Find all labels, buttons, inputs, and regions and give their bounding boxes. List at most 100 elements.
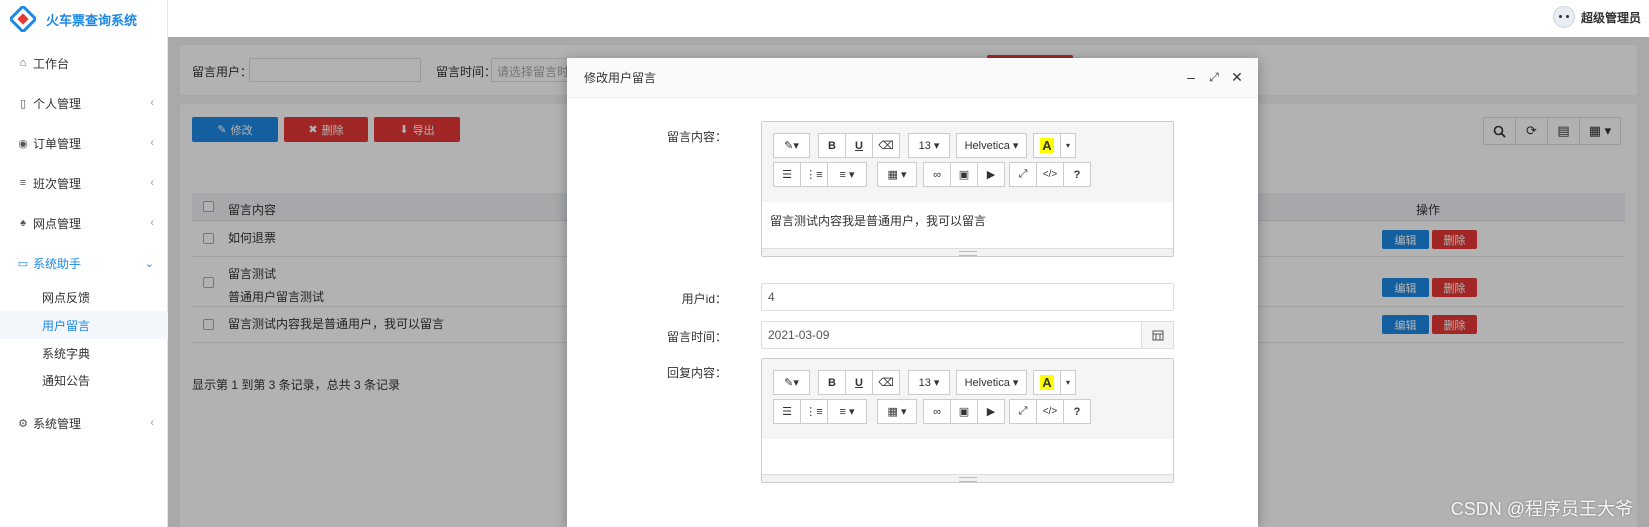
font-name-value: Helvetica xyxy=(964,376,1010,389)
link-icon[interactable]: ∞ xyxy=(923,162,951,187)
font-color-letter: A xyxy=(1040,138,1054,153)
userid-input[interactable]: 4 xyxy=(761,283,1174,311)
reply-label: 回复内容： xyxy=(666,366,727,380)
content-editor-text: 留言测试内容我是普通用户，我可以留言 xyxy=(770,214,987,228)
table-icon[interactable]: ▦ ▾ xyxy=(877,399,917,424)
font-color-button[interactable]: A xyxy=(1033,370,1061,395)
topbar: 超级管理员 xyxy=(168,0,1649,37)
sidebar-item-label: 系统管理 xyxy=(33,416,82,431)
font-color-letter: A xyxy=(1040,375,1054,390)
editor-resize-handle[interactable] xyxy=(762,474,1173,482)
id-card-icon: ▯ xyxy=(19,97,27,110)
bell-icon: ♠ xyxy=(20,217,26,229)
home-icon: ⌂ xyxy=(19,57,27,69)
sidebar-subitem-feedback[interactable]: 网点反馈 xyxy=(0,283,168,311)
sidebar-item-label: 系统助手 xyxy=(33,256,82,271)
watermark: CSDN @程序员王大爷 xyxy=(1450,499,1633,519)
reply-editor: ✎▾ B U ⌫ 13 ▾ Helvetica ▾ A ▾ ☰ ⋮≡ ≡ ▾ ▦… xyxy=(761,358,1174,483)
dialog-title: 修改用户留言 xyxy=(584,71,657,85)
sidebar-item-label: 工作台 xyxy=(33,56,70,71)
eraser-icon[interactable]: ⌫ xyxy=(872,370,900,395)
eraser-icon[interactable]: ⌫ xyxy=(872,133,900,158)
table-icon[interactable]: ▦ ▾ xyxy=(877,162,917,187)
laptop-icon: ▭ xyxy=(17,257,29,270)
app-title: 火车票查询系统 xyxy=(46,12,138,28)
chevron-down-icon[interactable]: ▾ xyxy=(1060,370,1076,395)
close-icon[interactable]: ✕ xyxy=(1230,70,1244,84)
calendar-icon[interactable] xyxy=(1141,321,1174,349)
sidebar-item-label: 班次管理 xyxy=(33,176,82,191)
font-name-value: Helvetica xyxy=(964,139,1010,152)
sidebar: 火车票查询系统 ⌂ 工作台 ▯ 个人管理 ‹ ◉ 订单管理 ‹ ≡ 班次管理 ‹… xyxy=(0,0,168,527)
content-label: 留言内容： xyxy=(666,130,727,144)
content-editor-body[interactable]: 留言测试内容我是普通用户，我可以留言 xyxy=(762,202,1173,248)
bullet-list-icon[interactable]: ☰ xyxy=(773,399,801,424)
underline-button[interactable]: U xyxy=(845,370,873,395)
image-icon[interactable]: ▣ xyxy=(950,162,978,187)
minimize-icon[interactable]: – xyxy=(1184,70,1198,84)
lightbulb-icon: ◉ xyxy=(18,137,28,150)
time-label: 留言时间： xyxy=(666,330,727,344)
video-icon[interactable]: ▶ xyxy=(977,399,1005,424)
sidebar-item-orders[interactable]: ◉ 订单管理 ‹ xyxy=(0,128,168,158)
font-color-button[interactable]: A xyxy=(1033,133,1061,158)
editor-resize-handle[interactable] xyxy=(762,248,1173,256)
fullscreen-icon[interactable]: ⤢ xyxy=(1009,162,1037,187)
userid-label: 用户id： xyxy=(681,292,727,306)
content-editor: ✎▾ B U ⌫ 13 ▾ Helvetica ▾ A ▾ ☰ ⋮≡ ≡ ▾ ▦… xyxy=(761,121,1174,257)
image-icon[interactable]: ▣ xyxy=(950,399,978,424)
avatar xyxy=(1552,6,1575,28)
font-size-select[interactable]: 13 ▾ xyxy=(908,133,950,158)
chevron-left-icon: ‹ xyxy=(150,417,154,429)
magic-wand-icon[interactable]: ✎▾ xyxy=(773,370,810,395)
bold-button[interactable]: B xyxy=(818,133,846,158)
dialog-header: 修改用户留言 xyxy=(567,58,1258,98)
align-icon[interactable]: ≡ ▾ xyxy=(827,162,867,187)
gear-icon: ⚙ xyxy=(18,417,28,430)
font-size-value: 13 xyxy=(918,376,931,389)
chevron-left-icon: ‹ xyxy=(150,137,154,149)
font-size-select[interactable]: 13 ▾ xyxy=(908,370,950,395)
sidebar-item-schedule[interactable]: ≡ 班次管理 ‹ xyxy=(0,168,168,198)
sidebar-item-outlets[interactable]: ♠ 网点管理 ‹ xyxy=(0,208,168,238)
sidebar-item-system[interactable]: ⚙ 系统管理 ‹ xyxy=(0,408,168,438)
font-name-select[interactable]: Helvetica ▾ xyxy=(956,133,1027,158)
sidebar-subitem-dictionary[interactable]: 系统字典 xyxy=(0,339,168,367)
sidebar-subitem-notices[interactable]: 通知公告 xyxy=(0,366,168,394)
chevron-down-icon: ⌄ xyxy=(144,257,154,270)
fullscreen-icon[interactable]: ⤢ xyxy=(1009,399,1037,424)
chevron-left-icon: ‹ xyxy=(150,97,154,109)
font-name-select[interactable]: Helvetica ▾ xyxy=(956,370,1027,395)
code-view-icon[interactable]: </> xyxy=(1036,162,1064,187)
sidebar-item-label: 订单管理 xyxy=(33,136,82,151)
sidebar-item-assistant[interactable]: ▭ 系统助手 ⌄ xyxy=(0,248,168,278)
sidebar-item-workbench[interactable]: ⌂ 工作台 xyxy=(0,48,168,78)
user-name: 超级管理员 xyxy=(1580,10,1641,25)
align-icon[interactable]: ≡ ▾ xyxy=(827,399,867,424)
bold-button[interactable]: B xyxy=(818,370,846,395)
chevron-left-icon: ‹ xyxy=(150,217,154,229)
help-icon[interactable]: ? xyxy=(1063,399,1091,424)
video-icon[interactable]: ▶ xyxy=(977,162,1005,187)
reply-editor-body[interactable] xyxy=(762,439,1173,474)
maximize-icon[interactable]: ⤢ xyxy=(1207,70,1221,84)
chevron-down-icon[interactable]: ▾ xyxy=(1060,133,1076,158)
time-input[interactable]: 2021-03-09 xyxy=(761,321,1142,349)
numbered-list-icon[interactable]: ⋮≡ xyxy=(800,399,828,424)
numbered-list-icon[interactable]: ⋮≡ xyxy=(800,162,828,187)
editor-toolbar: ✎▾ B U ⌫ 13 ▾ Helvetica ▾ A ▾ ☰ ⋮≡ ≡ ▾ ▦… xyxy=(762,122,1173,202)
underline-button[interactable]: U xyxy=(845,133,873,158)
help-icon[interactable]: ? xyxy=(1063,162,1091,187)
sidebar-item-personal[interactable]: ▯ 个人管理 ‹ xyxy=(0,88,168,118)
code-view-icon[interactable]: </> xyxy=(1036,399,1064,424)
sidebar-item-label: 网点管理 xyxy=(33,216,82,231)
sidebar-subitem-messages[interactable]: 用户留言 xyxy=(0,311,168,339)
font-size-value: 13 xyxy=(918,139,931,152)
sidebar-subitem-label: 系统字典 xyxy=(42,346,91,361)
user-menu[interactable]: 超级管理员 xyxy=(1552,6,1641,28)
chevron-left-icon: ‹ xyxy=(150,177,154,189)
link-icon[interactable]: ∞ xyxy=(923,399,951,424)
app-logo[interactable]: 火车票查询系统 xyxy=(0,0,167,38)
magic-wand-icon[interactable]: ✎▾ xyxy=(773,133,810,158)
bullet-list-icon[interactable]: ☰ xyxy=(773,162,801,187)
